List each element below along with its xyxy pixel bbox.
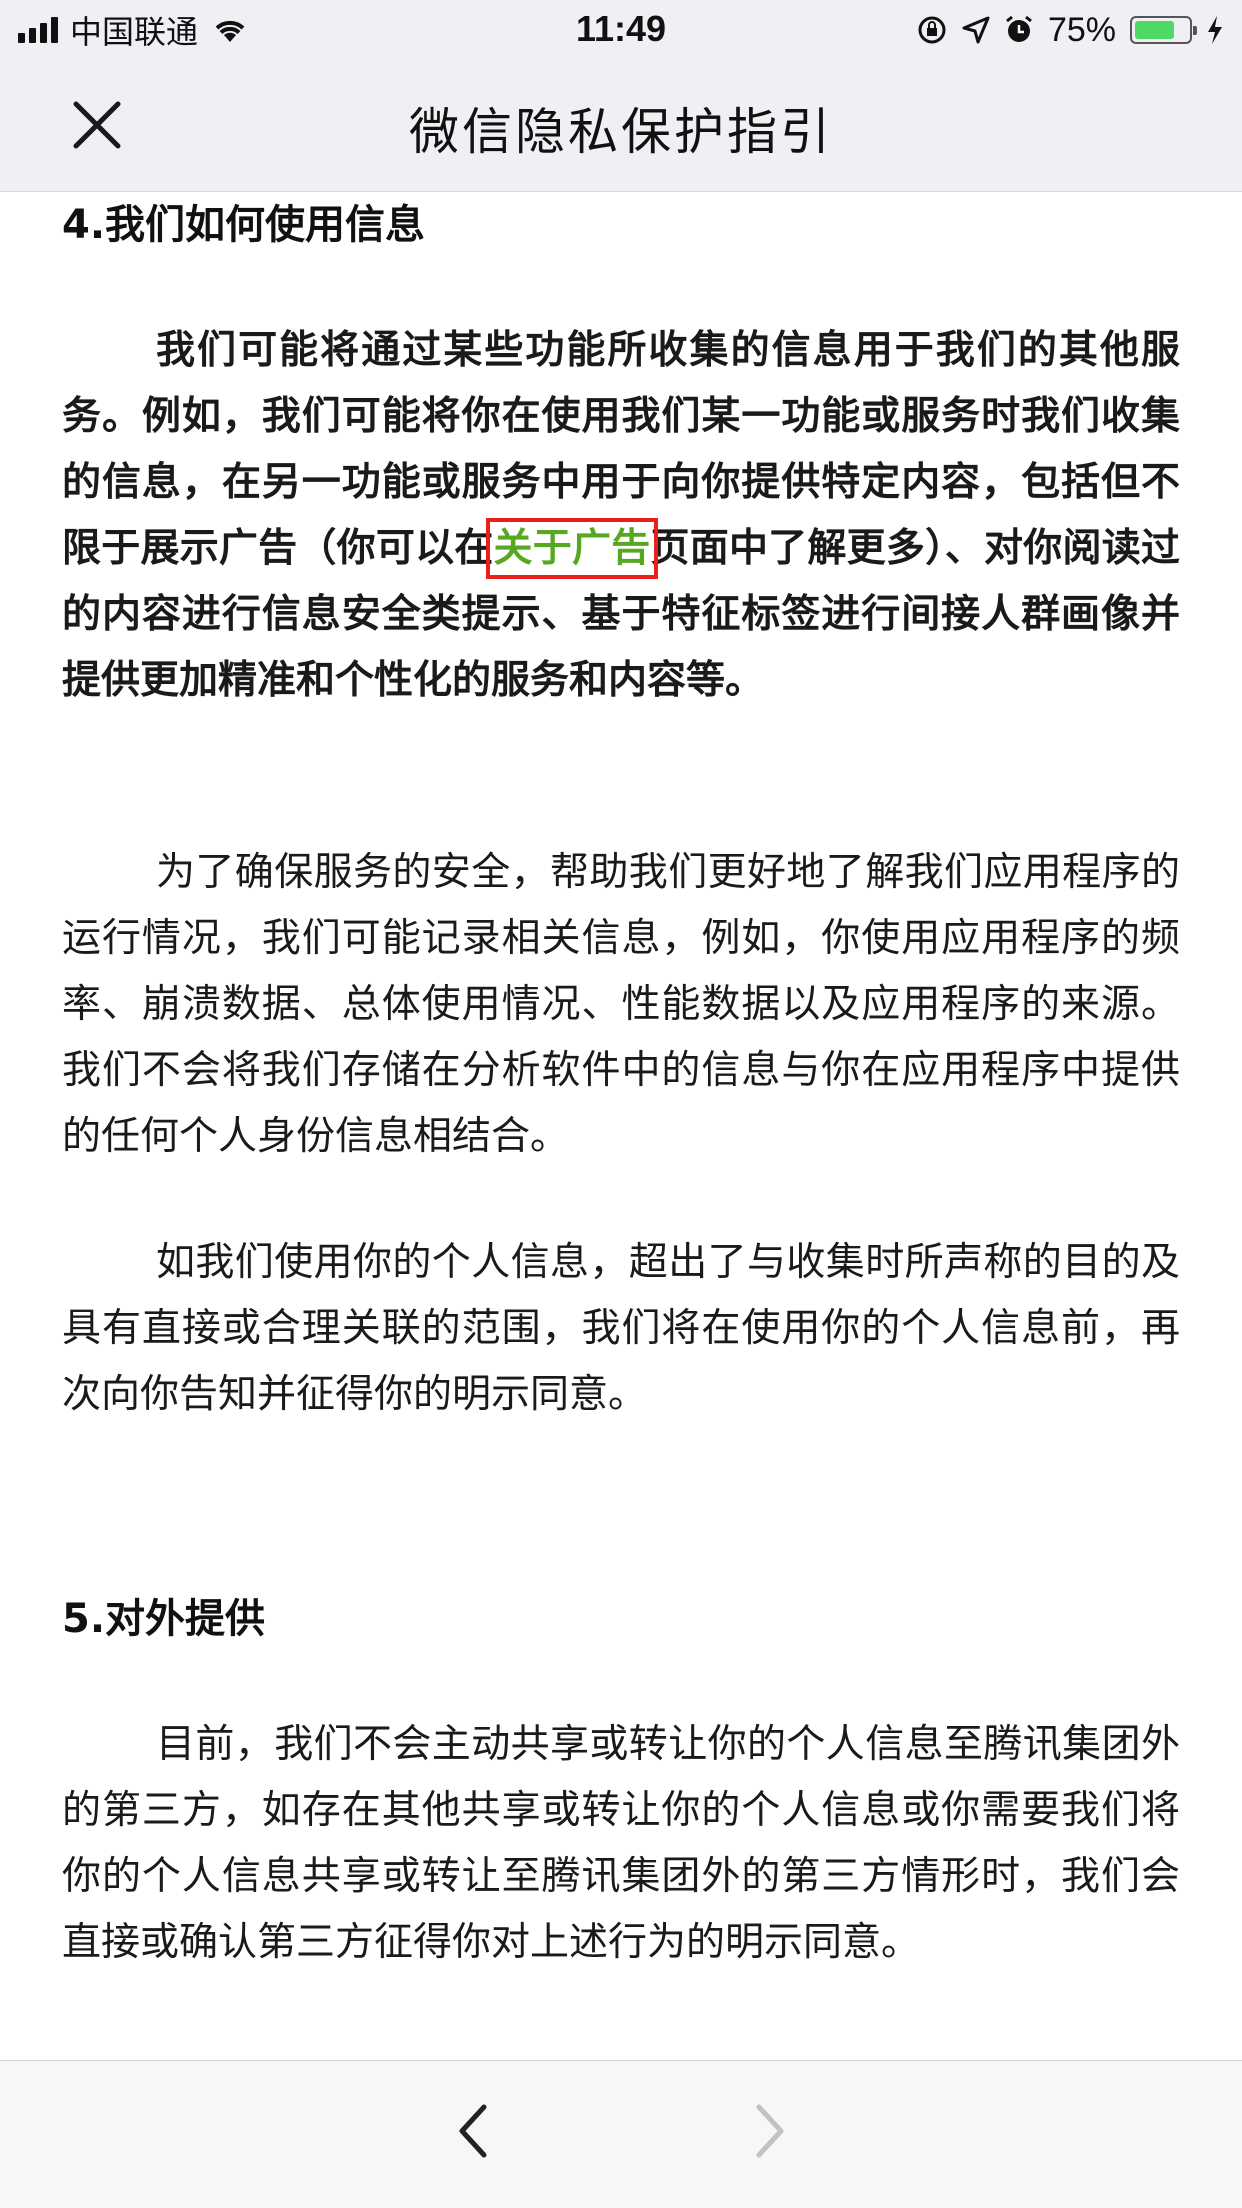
article-content[interactable]: 4.我们如何使用信息 我们可能将通过某些功能所收集的信息用于我们的其他服务。例如… [62, 192, 1180, 2060]
orientation-lock-icon [918, 16, 946, 44]
bottom-toolbar [0, 2060, 1242, 2208]
chevron-left-icon [459, 2104, 487, 2158]
alarm-icon [1006, 15, 1032, 42]
status-bar: 中国联通 11:49 75% [0, 0, 1242, 60]
back-button[interactable] [448, 2101, 498, 2161]
section-5-heading: 5.对外提供 [62, 1596, 266, 1642]
paragraph-ads: 我们可能将通过某些功能所收集的信息用于我们的其他服务。例如，我们可能将你在使用我… [62, 318, 1180, 714]
paragraph-analytics: 为了确保服务的安全，帮助我们更好地了解我们应用程序的运行情况，我们可能记录相关信… [62, 850, 1180, 1159]
section-4-heading: 4.我们如何使用信息 [62, 202, 426, 248]
page-title: 微信隐私保护指引 [409, 103, 833, 161]
about-ads-link[interactable]: 关于广告 [485, 518, 659, 579]
battery-fill [1135, 21, 1174, 39]
location-icon [962, 16, 990, 44]
battery-percent: 75% [1047, 10, 1116, 49]
paragraph-third-party: 目前，我们不会主动共享或转让你的个人信息至腾讯集团外的第三方，如存在其他共享或转… [62, 1722, 1180, 1965]
chevron-right-icon [756, 2104, 784, 2158]
paragraph-consent: 如我们使用你的个人信息，超出了与收集时所声称的目的及具有直接或合理关联的范围，我… [62, 1240, 1180, 1417]
nav-bar: 微信隐私保护指引 [0, 60, 1242, 192]
status-right: 75% [916, 10, 1224, 50]
charging-icon [1208, 16, 1222, 44]
forward-button[interactable] [745, 2101, 795, 2161]
battery-icon [1130, 16, 1197, 44]
